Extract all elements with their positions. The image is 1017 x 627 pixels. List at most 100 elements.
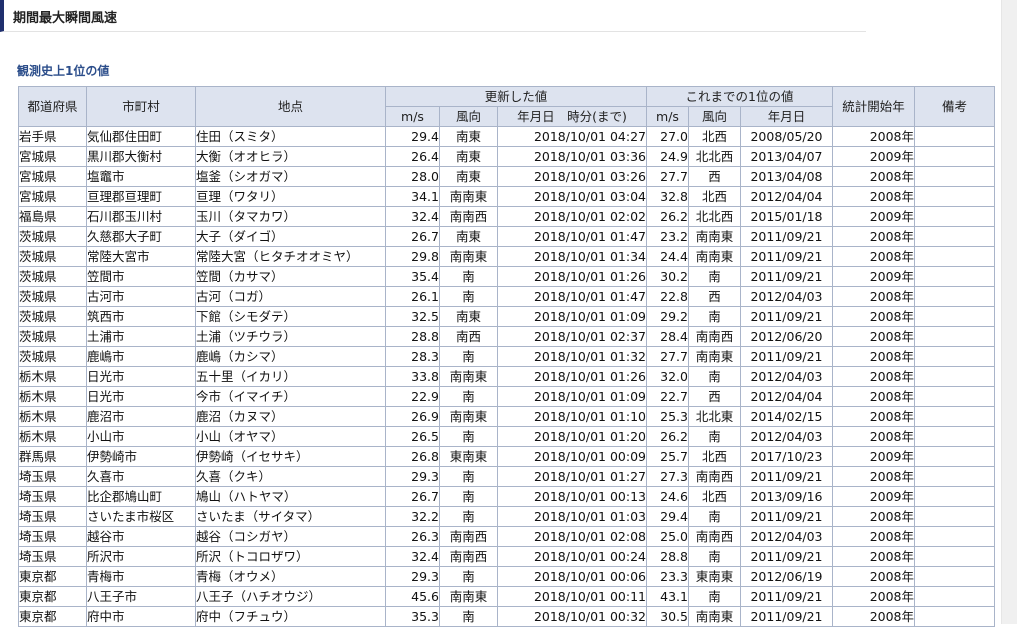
cell-prev-date: 2012/04/04 [740, 186, 833, 207]
cell-prev-date: 2012/04/03 [740, 526, 833, 547]
cell-datetime: 2018/10/01 02:02 [497, 206, 647, 227]
cell-remarks [914, 346, 995, 367]
cell-prefecture: 埼玉県 [18, 486, 87, 507]
cell-remarks [914, 566, 995, 587]
table-row: 宮城県 亘理郡亘理町 亘理（ワタリ） 34.1 南南東 2018/10/01 03:04 3… [18, 186, 995, 207]
cell-direction: 南 [439, 386, 498, 407]
cell-prev-speed: 28.4 [646, 326, 689, 347]
cell-speed: 28.0 [385, 166, 440, 187]
cell-direction: 南南西 [439, 546, 498, 567]
cell-prefecture: 茨城県 [18, 286, 87, 307]
cell-remarks [914, 366, 995, 387]
cell-datetime: 2018/10/01 00:06 [497, 566, 647, 587]
page-header: 期間最大瞬間風速 [0, 0, 866, 32]
cell-speed: 28.8 [385, 326, 440, 347]
cell-prev-direction: 北西 [688, 126, 741, 147]
cell-prev-date: 2011/09/21 [740, 346, 833, 367]
cell-prev-direction: 南南東 [688, 246, 741, 267]
cell-prev-speed: 27.7 [646, 346, 689, 367]
cell-prev-direction: 北西 [688, 486, 741, 507]
cell-point: 八王子（ハチオウジ） [195, 586, 386, 607]
cell-prev-date: 2011/09/21 [740, 306, 833, 327]
cell-point: 越谷（コシガヤ） [195, 526, 386, 547]
cell-direction: 南西 [439, 326, 498, 347]
table-row: 茨城県 土浦市 土浦（ツチウラ） 28.8 南西 2018/10/01 02:37 28.4… [18, 326, 995, 347]
cell-remarks [914, 286, 995, 307]
cell-remarks [914, 246, 995, 267]
cell-prev-date: 2017/10/23 [740, 446, 833, 467]
cell-speed: 26.5 [385, 426, 440, 447]
table-row: 埼玉県 所沢市 所沢（トコロザワ） 32.4 南南西 2018/10/01 00:24 28… [18, 546, 995, 567]
cell-prefecture: 埼玉県 [18, 466, 87, 487]
cell-prev-direction: 北北西 [688, 206, 741, 227]
table-row: 茨城県 古河市 古河（コガ） 26.1 南 2018/10/01 01:47 22.8 西 20… [18, 286, 995, 307]
vertical-scrollbar[interactable] [1001, 0, 1017, 624]
cell-datetime: 2018/10/01 01:26 [497, 266, 647, 287]
cell-direction: 南南東 [439, 406, 498, 427]
cell-prev-date: 2012/04/03 [740, 366, 833, 387]
cell-speed: 26.7 [385, 226, 440, 247]
cell-prev-date: 2011/09/21 [740, 546, 833, 567]
cell-direction: 南東 [439, 126, 498, 147]
cell-start-year: 2008年 [832, 386, 915, 407]
cell-remarks [914, 406, 995, 427]
cell-municipality: 亘理郡亘理町 [86, 186, 196, 207]
cell-prefecture: 宮城県 [18, 146, 87, 167]
cell-direction: 南東 [439, 226, 498, 247]
cell-prefecture: 茨城県 [18, 246, 87, 267]
cell-prev-speed: 25.7 [646, 446, 689, 467]
header-municipality: 市町村 [86, 86, 196, 127]
cell-point: 久喜（クキ） [195, 466, 386, 487]
cell-prev-direction: 北西 [688, 186, 741, 207]
cell-municipality: 鹿嶋市 [86, 346, 196, 367]
cell-speed: 34.1 [385, 186, 440, 207]
cell-direction: 南東 [439, 166, 498, 187]
cell-prev-speed: 29.2 [646, 306, 689, 327]
cell-prev-direction: 南 [688, 506, 741, 527]
cell-remarks [914, 466, 995, 487]
cell-municipality: 比企郡鳩山町 [86, 486, 196, 507]
cell-start-year: 2008年 [832, 126, 915, 147]
cell-point: 所沢（トコロザワ） [195, 546, 386, 567]
cell-prev-speed: 28.8 [646, 546, 689, 567]
cell-prefecture: 茨城県 [18, 306, 87, 327]
cell-prefecture: 茨城県 [18, 346, 87, 367]
cell-start-year: 2008年 [832, 166, 915, 187]
cell-prev-speed: 23.3 [646, 566, 689, 587]
cell-municipality: 常陸大宮市 [86, 246, 196, 267]
cell-point: 鹿沼（カヌマ） [195, 406, 386, 427]
table-row: 埼玉県 比企郡鳩山町 鳩山（ハトヤマ） 26.7 南 2018/10/01 00:13 24… [18, 486, 995, 507]
cell-prev-date: 2011/09/21 [740, 226, 833, 247]
cell-municipality: 日光市 [86, 366, 196, 387]
cell-prefecture: 福島県 [18, 206, 87, 227]
cell-speed: 32.4 [385, 206, 440, 227]
cell-prefecture: 宮城県 [18, 166, 87, 187]
cell-remarks [914, 446, 995, 467]
cell-prev-direction: 南南西 [688, 466, 741, 487]
cell-point: 五十里（イカリ） [195, 366, 386, 387]
cell-prev-date: 2013/09/16 [740, 486, 833, 507]
cell-datetime: 2018/10/01 02:08 [497, 526, 647, 547]
cell-prefecture: 栃木県 [18, 386, 87, 407]
cell-prev-date: 2014/02/15 [740, 406, 833, 427]
cell-prefecture: 群馬県 [18, 446, 87, 467]
cell-speed: 32.4 [385, 546, 440, 567]
cell-prev-direction: 東南東 [688, 566, 741, 587]
cell-remarks [914, 326, 995, 347]
table-row: 茨城県 鹿嶋市 鹿嶋（カシマ） 28.3 南 2018/10/01 01:32 27.7 南南… [18, 346, 995, 367]
cell-start-year: 2009年 [832, 266, 915, 287]
cell-speed: 32.5 [385, 306, 440, 327]
cell-speed: 32.2 [385, 506, 440, 527]
cell-prefecture: 東京都 [18, 586, 87, 607]
section-title: 観測史上1位の値 [17, 64, 110, 78]
cell-start-year: 2008年 [832, 546, 915, 567]
cell-direction: 南東 [439, 146, 498, 167]
cell-prev-speed: 43.1 [646, 586, 689, 607]
cell-point: 玉川（タマカワ） [195, 206, 386, 227]
cell-start-year: 2008年 [832, 586, 915, 607]
cell-prev-direction: 北西 [688, 446, 741, 467]
cell-prev-date: 2012/04/03 [740, 286, 833, 307]
cell-prev-speed: 25.3 [646, 406, 689, 427]
header-start-year: 統計開始年 [832, 86, 915, 127]
cell-remarks [914, 226, 995, 247]
